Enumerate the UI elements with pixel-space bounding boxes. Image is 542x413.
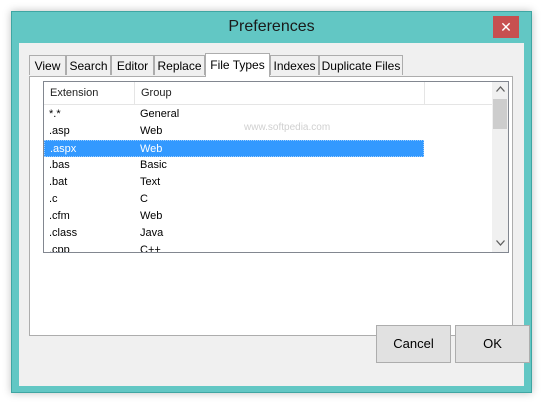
cell-group: C [140, 193, 148, 205]
cell-group: Text [140, 176, 161, 188]
close-icon: ✕ [500, 19, 512, 35]
tab-view[interactable]: View [29, 55, 66, 75]
cell-extension: .aspx [50, 143, 77, 155]
window-title: Preferences [228, 18, 315, 35]
file-types-list[interactable]: Extension Group www.softpedia.com *.* Ge… [43, 81, 509, 253]
file-types-panel: Extension Group www.softpedia.com *.* Ge… [29, 76, 513, 336]
tab-replace[interactable]: Replace [154, 55, 205, 75]
tab-indexes[interactable]: Indexes [270, 55, 319, 75]
cancel-button[interactable]: Cancel [376, 325, 451, 363]
scroll-down-arrow-icon[interactable] [492, 236, 508, 252]
list-item[interactable]: .bas Basic [44, 157, 424, 174]
cell-group: C++ [140, 244, 161, 253]
list-item-selected[interactable]: .aspx Web [44, 140, 424, 157]
cell-extension: .c [49, 193, 58, 205]
column-header-group[interactable]: Group [135, 82, 425, 104]
scroll-up-arrow-icon[interactable] [492, 82, 508, 98]
scroll-thumb[interactable] [493, 99, 507, 129]
list-item[interactable]: *.* General [44, 106, 424, 123]
cell-group: Web [140, 125, 163, 137]
vertical-scrollbar[interactable] [492, 82, 508, 252]
tab-editor[interactable]: Editor [111, 55, 154, 75]
list-item[interactable]: .asp Web [44, 123, 424, 140]
window-frame: Preferences ✕ View Search Editor Replace… [11, 11, 532, 393]
list-item[interactable]: .cpp C++ [44, 242, 424, 253]
tab-duplicate-files[interactable]: Duplicate Files [319, 55, 403, 75]
dialog-client-area: View Search Editor Replace File Types In… [19, 43, 530, 386]
column-header-extension[interactable]: Extension [44, 82, 135, 104]
list-item[interactable]: .bat Text [44, 174, 424, 191]
close-button[interactable]: ✕ [493, 16, 519, 38]
cell-group: Basic [140, 159, 167, 171]
cell-extension: .bas [49, 159, 70, 171]
cell-group: General [140, 108, 180, 120]
tab-file-types[interactable]: File Types [205, 53, 270, 77]
list-item[interactable]: .c C [44, 191, 424, 208]
cell-group: Java [140, 227, 164, 239]
cell-extension: .asp [49, 125, 70, 137]
preferences-window: Preferences ✕ View Search Editor Replace… [0, 0, 542, 413]
cell-extension: .cpp [49, 244, 70, 253]
cell-extension: .cfm [49, 210, 70, 222]
tab-search[interactable]: Search [66, 55, 111, 75]
list-header: Extension Group [44, 82, 492, 105]
ok-button[interactable]: OK [455, 325, 530, 363]
cell-extension: *.* [49, 108, 61, 120]
title-bar[interactable]: Preferences ✕ [12, 12, 531, 44]
cell-group: Web [140, 210, 163, 222]
cell-extension: .class [49, 227, 78, 239]
list-item[interactable]: .class Java [44, 225, 424, 242]
cell-group: Web [140, 143, 163, 155]
list-item[interactable]: .cfm Web [44, 208, 424, 225]
cell-extension: .bat [49, 176, 68, 188]
